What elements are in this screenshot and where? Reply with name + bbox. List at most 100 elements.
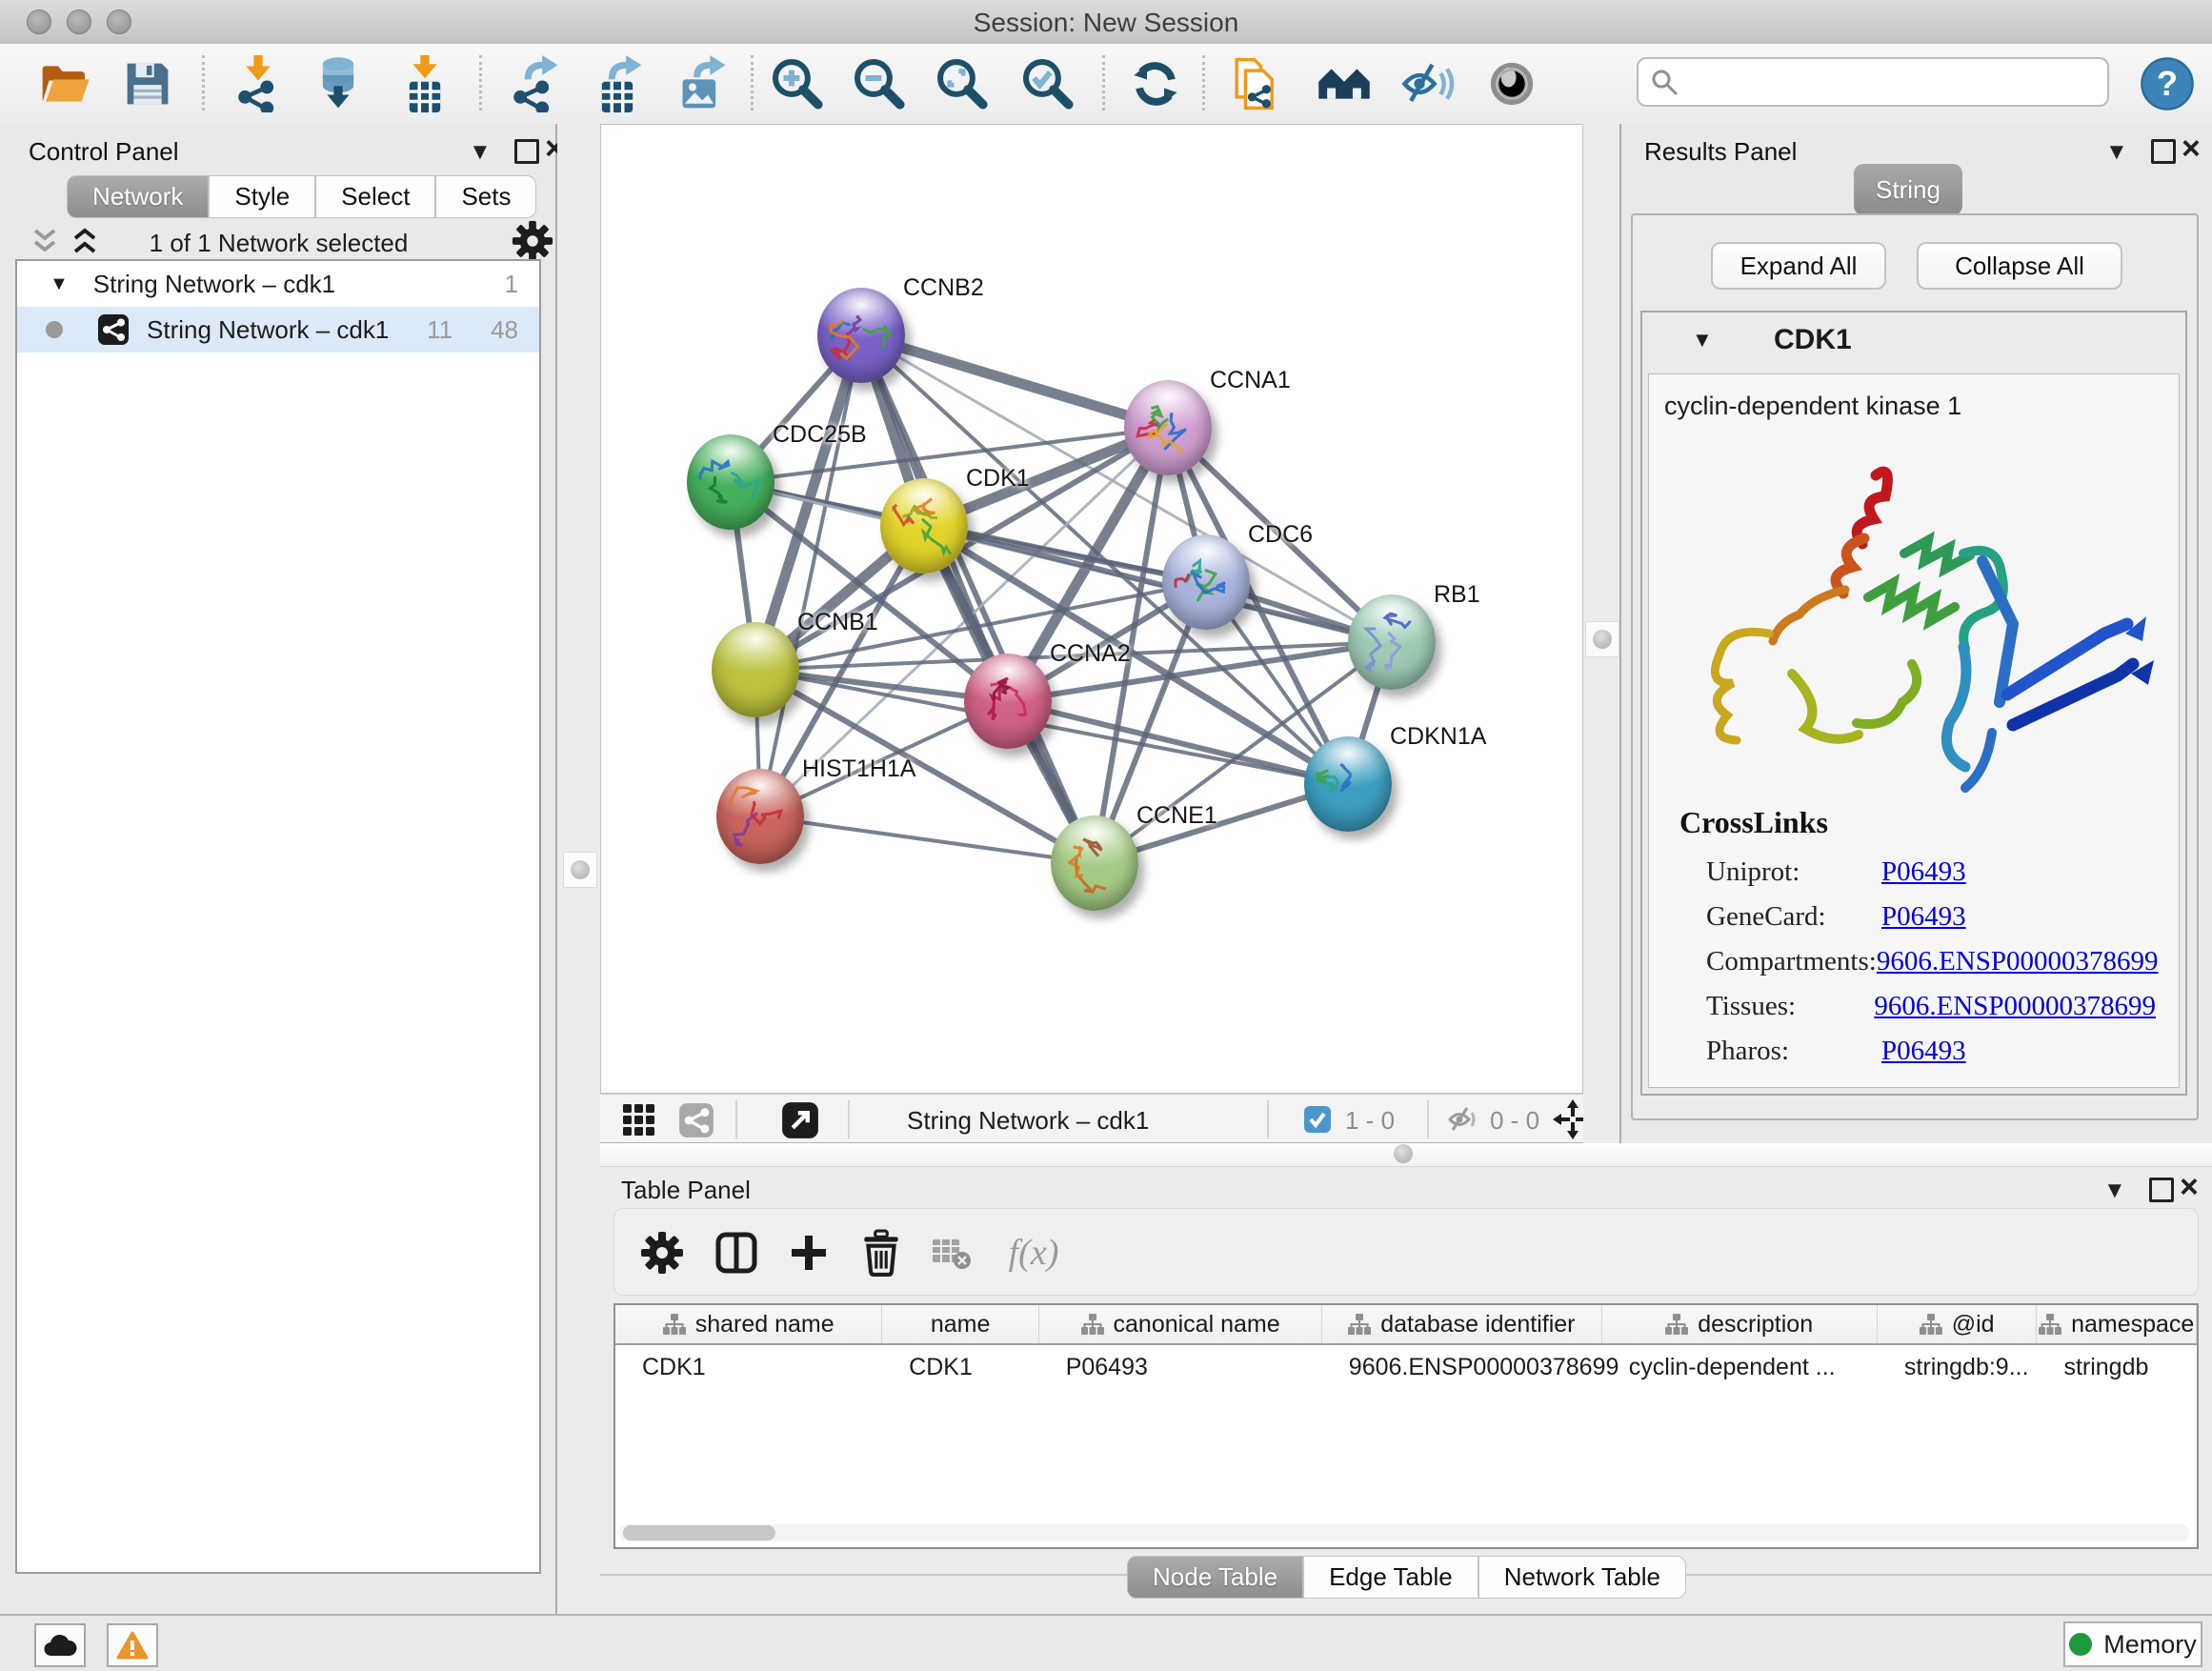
network-share-icon[interactable] [678, 1102, 714, 1138]
show-hide-graphics-button[interactable] [1395, 53, 1461, 114]
table-cell[interactable]: stringdb [2037, 1345, 2197, 1389]
table-panel-close-icon[interactable]: × [2180, 1178, 2199, 1197]
preview-button[interactable] [1478, 53, 1545, 114]
tab-edge-table[interactable]: Edge Table [1303, 1556, 1478, 1599]
table-hscrollbar-thumb[interactable] [623, 1525, 775, 1540]
delete-column-trash-icon[interactable] [851, 1222, 912, 1283]
tab-node-table[interactable]: Node Table [1127, 1556, 1303, 1599]
left-splitter-handle[interactable] [563, 852, 597, 888]
gene-symbol: CDK1 [1774, 324, 1852, 356]
control-panel-float-icon[interactable]: ▼ [469, 139, 492, 166]
results-panel-maximize-icon[interactable] [2151, 139, 2176, 164]
crosslink-link[interactable]: 9606.ENSP00000378699 [1877, 946, 2159, 977]
birds-eye-grid-icon[interactable] [621, 1102, 657, 1138]
memory-button[interactable]: Memory [2063, 1621, 2202, 1667]
tab-sets[interactable]: Sets [435, 175, 536, 218]
table-cell[interactable]: stringdb:9... [1878, 1345, 2038, 1389]
table-panel-maximize-icon[interactable] [2149, 1178, 2174, 1202]
network-node-cdkn1a[interactable] [1304, 736, 1392, 832]
network-canvas[interactable]: CCNB2CCNA1CDC25BCDK1CDC6RB1CCNB1CCNA2CDK… [600, 124, 1583, 1094]
tab-string[interactable]: String [1854, 164, 1962, 215]
network-collection-row[interactable]: ▼ String Network – cdk1 1 [17, 261, 539, 307]
column-header-database-identifier[interactable]: database identifier [1322, 1305, 1601, 1343]
show-columns-icon[interactable] [706, 1222, 767, 1283]
table-panel-float-icon[interactable]: ▼ [2103, 1178, 2126, 1204]
crosslink-link[interactable]: P06493 [1881, 1036, 1966, 1067]
search-input[interactable] [1679, 67, 2107, 98]
network-node-ccna2[interactable] [964, 654, 1052, 749]
help-button[interactable]: ? [2134, 53, 2201, 114]
table-cell[interactable]: P06493 [1039, 1345, 1322, 1389]
export-image-icon [674, 55, 727, 112]
table-cell[interactable]: 9606.ENSP00000378699 [1322, 1345, 1602, 1389]
zoom-in-button[interactable] [764, 53, 831, 114]
crosslink-link[interactable]: P06493 [1881, 901, 1966, 933]
expand-all-button[interactable]: Expand All [1711, 242, 1886, 290]
hidden-eye-icon[interactable] [1446, 1104, 1480, 1135]
column-header-shared-name[interactable]: shared name [615, 1305, 882, 1343]
crosslink-link[interactable]: 9606.ENSP00000378699 [1874, 991, 2156, 1022]
tab-select[interactable]: Select [315, 175, 435, 218]
table-options-gear-icon[interactable] [632, 1222, 693, 1283]
delete-table-icon[interactable] [921, 1222, 982, 1283]
network-node-ccnb2[interactable] [817, 288, 905, 383]
save-session-button[interactable] [114, 53, 181, 114]
table-cell[interactable]: CDK1 [882, 1345, 1039, 1389]
control-panel-maximize-icon[interactable] [514, 139, 539, 164]
zoom-selected-button[interactable] [1015, 53, 1081, 114]
column-header-@id[interactable]: @id [1878, 1305, 2038, 1343]
network-node-ccne1[interactable] [1051, 815, 1138, 911]
table-cell[interactable]: CDK1 [615, 1345, 882, 1389]
network-node-cdc25b[interactable] [687, 434, 774, 530]
selected-checkbox-icon[interactable] [1303, 1105, 1332, 1134]
zoom-fit-button[interactable] [929, 53, 995, 114]
import-database-button[interactable] [305, 53, 372, 114]
tab-style[interactable]: Style [209, 175, 315, 218]
table-row[interactable]: CDK1CDK1P064939606.ENSP00000378699cyclin… [615, 1345, 2197, 1389]
export-network-button[interactable] [500, 53, 567, 114]
string-file-button[interactable] [1223, 53, 1290, 114]
network-node-ccnb1[interactable] [712, 622, 799, 717]
table-cell[interactable]: cyclin-dependent ... [1602, 1345, 1878, 1389]
column-header-namespace[interactable]: namespace [2037, 1305, 2197, 1343]
results-panel-float-icon[interactable]: ▼ [2105, 139, 2128, 166]
open-session-button[interactable] [31, 53, 98, 114]
export-table-button[interactable] [584, 53, 651, 114]
create-column-icon[interactable] [778, 1222, 839, 1283]
left-splitter[interactable] [557, 124, 600, 1614]
network-node-ccna1[interactable] [1124, 380, 1212, 475]
results-panel-close-icon[interactable]: × [2182, 139, 2201, 158]
function-builder-icon[interactable]: f(x) [994, 1222, 1074, 1283]
export-image-button[interactable] [667, 53, 734, 114]
horizontal-splitter-handle[interactable] [1394, 1144, 1413, 1163]
network-node-cdc6[interactable] [1162, 534, 1250, 630]
column-header-canonical-name[interactable]: canonical name [1039, 1305, 1322, 1343]
cloud-status-button[interactable] [34, 1623, 86, 1667]
warning-status-button[interactable] [107, 1623, 158, 1667]
import-table-button[interactable] [392, 53, 458, 114]
home-networks-button[interactable] [1311, 53, 1377, 114]
horizontal-splitter[interactable] [600, 1143, 2212, 1167]
column-header-name[interactable]: name [882, 1305, 1039, 1343]
refresh-button[interactable] [1122, 53, 1189, 114]
right-splitter-handle[interactable] [1585, 621, 1619, 657]
column-header-description[interactable]: description [1602, 1305, 1878, 1343]
tab-network[interactable]: Network [67, 175, 209, 218]
table-hscrollbar[interactable] [619, 1524, 2189, 1541]
crosslink-link[interactable]: P06493 [1881, 856, 1966, 888]
open-in-window-icon[interactable] [781, 1101, 819, 1139]
right-splitter[interactable] [1583, 124, 1619, 1143]
network-node-hist1h1a[interactable] [716, 769, 804, 864]
network-row[interactable]: String Network – cdk1 11 48 [17, 307, 539, 352]
network-options-gear-icon[interactable] [511, 219, 554, 263]
tab-network-table[interactable]: Network Table [1478, 1556, 1686, 1599]
gene-collapse-caret[interactable]: ▼ [1692, 328, 1713, 352]
zoom-out-button[interactable] [846, 53, 913, 114]
node-label-cdc6: CDC6 [1248, 521, 1313, 549]
collapse-all-button[interactable]: Collapse All [1917, 242, 2122, 290]
search-field[interactable] [1637, 57, 2109, 107]
network-node-cdk1[interactable] [880, 478, 968, 574]
import-network-button[interactable] [225, 53, 292, 114]
collection-expand-caret[interactable]: ▼ [50, 273, 69, 295]
network-node-rb1[interactable] [1348, 594, 1436, 690]
